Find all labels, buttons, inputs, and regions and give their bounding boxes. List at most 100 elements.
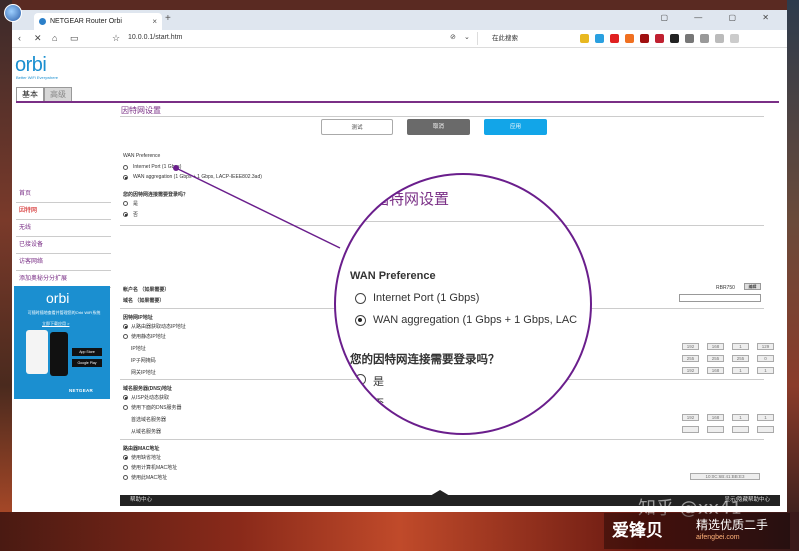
subnet-mask-octet[interactable]: 255 [707, 355, 724, 362]
ip-address-octet[interactable]: 1 [732, 343, 749, 350]
dns-manual-radio[interactable] [123, 405, 128, 410]
gateway-octet[interactable]: 1 [732, 367, 749, 374]
address-bar: ‹ ✕ ⌂ ▭ ☆ 10.0.0.1/start.htm ⊘ ⌄ 在此搜索 [12, 30, 787, 48]
sidebar-item-guest[interactable]: 访客网络 [16, 254, 111, 271]
magnified-page-title: 因特网设置 [374, 190, 450, 208]
magnified-wan-preference: WAN Preference [350, 270, 436, 282]
ip-address-octet[interactable]: 168 [707, 343, 724, 350]
sidebar-item-home[interactable]: 首页 [16, 186, 111, 203]
primary-dns-octet[interactable]: 1 [732, 414, 749, 421]
reader-icon[interactable]: ▭ [70, 33, 79, 44]
cancel-button[interactable]: 取消 [407, 119, 470, 135]
google-play-badge[interactable]: Google Play [72, 359, 102, 367]
home-icon[interactable]: ⌂ [52, 33, 57, 43]
tab-basic[interactable]: 基本 [16, 87, 44, 101]
back-icon[interactable]: ‹ [18, 33, 21, 43]
secondary-dns-octet[interactable] [707, 426, 724, 433]
tab-advanced[interactable]: 高级 [44, 87, 72, 101]
star-icon[interactable]: ☆ [112, 33, 120, 44]
wan-internet-port-radio[interactable] [123, 165, 128, 170]
ip-dynamic-radio[interactable] [123, 324, 128, 329]
magnified-option-2: WAN aggregation (1 Gbps + 1 Gbps, LAC [373, 314, 578, 326]
scissors-icon[interactable] [685, 34, 694, 43]
search-input[interactable]: 在此搜索 [477, 32, 577, 45]
sidebar-item-wireless[interactable]: 无线 [16, 220, 111, 237]
sidebar-item-internet[interactable]: 因特网 [16, 203, 111, 220]
subnet-mask-octet[interactable]: 255 [732, 355, 749, 362]
dns-section-title: 域名服务器(DNS)地址 [123, 386, 172, 392]
browser-tab[interactable]: NETGEAR Router Orbi × [34, 13, 162, 30]
gateway-label: 网关IP地址 [131, 370, 156, 376]
ad-text: 可随时随地查看并管理您的Orbi WiFi系统 [27, 310, 101, 315]
primary-dns-octet[interactable]: 192 [682, 414, 699, 421]
primary-dns-label: 首选域名服务器 [131, 417, 167, 423]
apply-button[interactable]: 应用 [484, 119, 547, 135]
page-title: 因特网设置 [121, 106, 161, 115]
domain-name-input[interactable] [679, 294, 761, 302]
orbi-logo: orbi [15, 54, 47, 76]
orbi-tagline: Better WiFi Everywhere [16, 75, 59, 80]
help-center-label: 帮助中心 [130, 497, 153, 503]
magnified-radio [355, 293, 366, 304]
login-no-radio[interactable] [123, 212, 128, 217]
extension-icon[interactable] [640, 34, 649, 43]
ip-address-octet[interactable]: 129 [757, 343, 774, 350]
sidebar: 首页 因特网 无线 已接设备 访客网络 添加奥秘分分扩展 [16, 186, 111, 288]
subnet-mask-octet[interactable]: 255 [682, 355, 699, 362]
extension-icon[interactable] [625, 34, 634, 43]
extension-icon[interactable] [670, 34, 679, 43]
ip-option-label: 使用静态IP地址 [131, 334, 166, 340]
magnifier-lens: 因特网设置 WAN Preference Internet Port (1 Gb… [334, 173, 592, 435]
watermark-slogan: 精选优质二手 [696, 518, 769, 532]
app-store-badge[interactable]: App Store [72, 348, 102, 356]
test-button[interactable]: 测试 [321, 119, 393, 135]
extension-icon[interactable] [655, 34, 664, 43]
extension-icons [580, 34, 739, 44]
new-tab-button[interactable]: + [165, 13, 171, 24]
url-field[interactable]: 10.0.0.1/start.htm [128, 34, 182, 41]
menu-icon[interactable] [730, 34, 739, 43]
ad-download-link[interactable]: 立即下载应用 > [42, 321, 69, 327]
mac-custom-radio[interactable] [123, 475, 128, 480]
netgear-favicon-icon [39, 18, 46, 25]
ip-static-radio[interactable] [123, 334, 128, 339]
primary-dns-octet[interactable]: 168 [707, 414, 724, 421]
download-icon[interactable] [700, 34, 709, 43]
gateway-octet[interactable]: 168 [707, 367, 724, 374]
chevron-down-icon[interactable]: ⌄ [464, 33, 470, 41]
help-toggle-icon[interactable] [430, 490, 450, 496]
secondary-dns-octet[interactable] [682, 426, 699, 433]
magnified-divider [336, 221, 590, 222]
extension-icon[interactable] [595, 34, 604, 43]
orbi-app-ad[interactable]: orbi 可随时随地查看并管理您的Orbi WiFi系统 立即下载应用 > Ap… [14, 286, 110, 399]
mac-address-input[interactable]: 10:0C:6B:41:BB:E3 [690, 473, 760, 480]
primary-dns-octet[interactable]: 1 [757, 414, 774, 421]
sidebar-item-devices[interactable]: 已接设备 [16, 237, 111, 254]
undo-icon[interactable] [715, 34, 724, 43]
window-controls[interactable]: ▢ — ▢ ✕ [661, 13, 782, 22]
dns-dynamic-radio[interactable] [123, 395, 128, 400]
ip-address-octet[interactable]: 192 [682, 343, 699, 350]
stop-icon[interactable]: ✕ [34, 33, 42, 44]
close-tab-icon[interactable]: × [152, 13, 157, 30]
edit-button[interactable]: 编辑 [744, 283, 761, 290]
extension-icon[interactable] [580, 34, 589, 43]
browser-app-icon[interactable] [4, 4, 22, 22]
extension-icon[interactable] [610, 34, 619, 43]
wan-option-label: Internet Port (1 Gbps) [133, 164, 182, 170]
mac-default-radio[interactable] [123, 455, 128, 460]
refresh-icon[interactable]: ⊘ [450, 33, 456, 41]
login-no-label: 否 [133, 212, 139, 218]
wan-aggregation-radio[interactable] [123, 175, 128, 180]
mac-computer-radio[interactable] [123, 465, 128, 470]
dns-option-label: 从ISP处动态获取 [131, 395, 170, 401]
secondary-dns-octet[interactable] [757, 426, 774, 433]
magnified-yes: 是 [373, 376, 384, 388]
gateway-octet[interactable]: 1 [757, 367, 774, 374]
login-yes-radio[interactable] [123, 201, 128, 206]
magnified-radio [355, 374, 366, 385]
gateway-octet[interactable]: 192 [682, 367, 699, 374]
subnet-mask-octet[interactable]: 0 [757, 355, 774, 362]
secondary-dns-octet[interactable] [732, 426, 749, 433]
aifengbei-watermark: 爱锋贝 精选优质二手 aifengbei.com [604, 513, 790, 549]
